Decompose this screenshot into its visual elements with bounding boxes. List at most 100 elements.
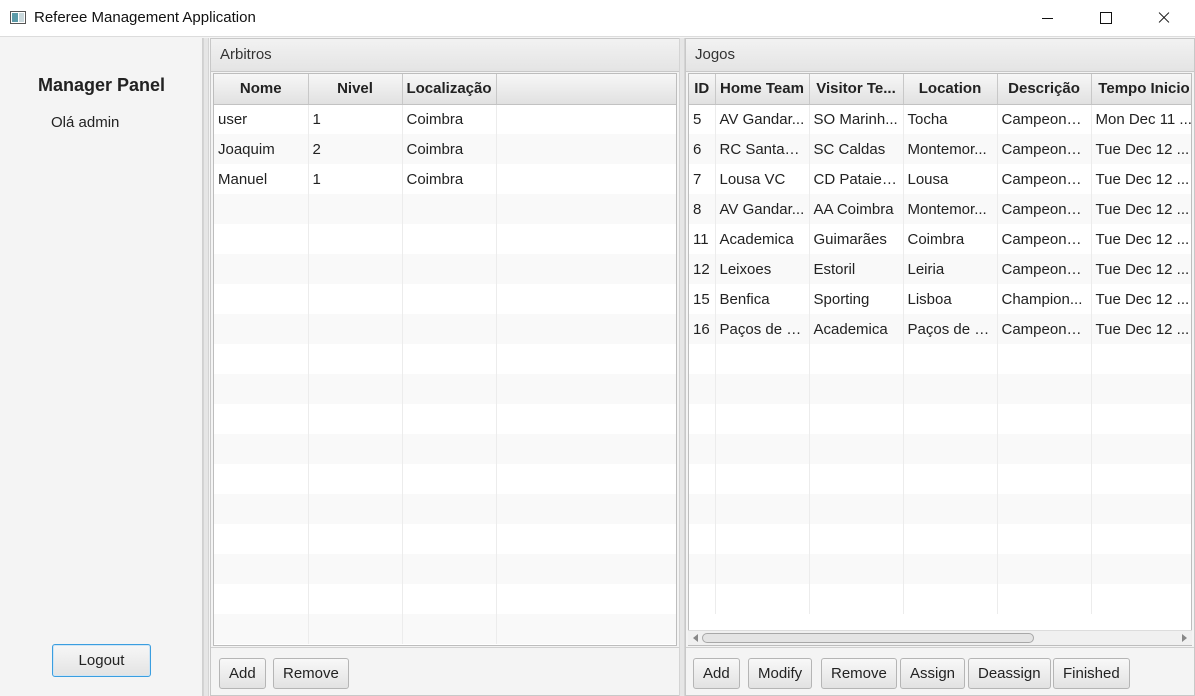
table-cell [308, 554, 403, 584]
table-cell [689, 374, 716, 404]
table-cell [1091, 344, 1191, 374]
empty-table-row [689, 494, 1191, 524]
table-cell [496, 584, 676, 614]
table-row[interactable]: 5 AV Gandar... SO Marinh... Tocha Campeona..… [689, 104, 1191, 134]
table-cell [308, 494, 403, 524]
table-cell: Campeona... [997, 134, 1092, 164]
jogos-modify-button[interactable]: Modify [748, 658, 813, 689]
table-cell: 6 [689, 134, 716, 164]
table-cell: CD Pataien... [809, 164, 904, 194]
table-cell [402, 494, 497, 524]
table-cell [903, 464, 998, 494]
empty-table-row [214, 434, 676, 464]
table-cell [809, 524, 904, 554]
empty-table-row [214, 464, 676, 494]
table-cell: 12 [689, 254, 716, 284]
close-icon[interactable] [1134, 0, 1192, 37]
table-cell [308, 434, 403, 464]
scrollbar-thumb[interactable] [702, 633, 1034, 643]
table-row[interactable]: 12 Leixoes Estoril Leiria Campeona... Tue Dec… [689, 254, 1191, 284]
table-cell [809, 404, 904, 434]
table-cell [496, 134, 676, 164]
jogos-finished-button[interactable]: Finished [1053, 658, 1130, 689]
arbitros-table[interactable]: Nome Nivel Localização user 1 Coimbra Joaquim… [213, 73, 677, 646]
table-cell [402, 254, 497, 284]
arbitros-button-bar: Add Remove [211, 647, 679, 695]
table-cell: Campeona... [997, 194, 1092, 224]
table-cell [308, 614, 403, 644]
column-header[interactable]: ID [689, 74, 716, 105]
table-cell [214, 584, 309, 614]
table-cell [214, 194, 309, 224]
jogos-panel: Jogos ID Home Team Visitor Te... Location De… [685, 38, 1195, 696]
split-divider-left[interactable] [203, 38, 209, 696]
table-cell: Coimbra [402, 164, 497, 194]
table-cell: 16 [689, 314, 716, 344]
table-row[interactable]: 11 Academica Guimarães Coimbra Campeona... Tu… [689, 224, 1191, 254]
table-cell: Academica [809, 314, 904, 344]
scroll-right-icon[interactable] [1182, 634, 1187, 642]
column-header[interactable]: Nome [214, 74, 309, 105]
table-cell [402, 584, 497, 614]
table-cell: Tue Dec 12 ... [1091, 254, 1191, 284]
table-row[interactable]: user 1 Coimbra [214, 104, 676, 134]
jogos-table[interactable]: ID Home Team Visitor Te... Location Descriçã… [688, 73, 1192, 646]
arbitros-add-button[interactable]: Add [219, 658, 266, 689]
table-cell [496, 314, 676, 344]
table-cell [214, 434, 309, 464]
table-cell [214, 344, 309, 374]
column-header[interactable]: Descrição [997, 74, 1092, 105]
column-header-filler [496, 74, 676, 105]
table-cell: SC Caldas [809, 134, 904, 164]
table-cell [496, 554, 676, 584]
table-cell [402, 374, 497, 404]
table-cell [402, 194, 497, 224]
table-cell [1091, 434, 1191, 464]
table-cell: Manuel [214, 164, 309, 194]
table-cell: Benfica [715, 284, 810, 314]
jogos-add-button[interactable]: Add [693, 658, 740, 689]
empty-table-row [214, 374, 676, 404]
table-cell [809, 344, 904, 374]
table-cell [402, 314, 497, 344]
table-row[interactable]: 7 Lousa VC CD Pataien... Lousa Campeona... Tu… [689, 164, 1191, 194]
table-cell [689, 434, 716, 464]
column-header[interactable]: Tempo Inicio [1091, 74, 1191, 105]
table-row[interactable]: 8 AV Gandar... AA Coimbra Montemor... Campeo… [689, 194, 1191, 224]
column-header[interactable]: Visitor Te... [809, 74, 904, 105]
logout-button[interactable]: Logout [52, 644, 151, 677]
jogos-horizontal-scrollbar[interactable] [688, 630, 1192, 645]
column-header[interactable]: Home Team [715, 74, 810, 105]
column-header[interactable]: Nivel [308, 74, 403, 105]
table-row[interactable]: 16 Paços de F... Academica Paços de F... Cam… [689, 314, 1191, 344]
empty-table-row [214, 314, 676, 344]
table-cell [214, 524, 309, 554]
table-cell: 8 [689, 194, 716, 224]
table-cell [809, 584, 904, 614]
scroll-left-icon[interactable] [693, 634, 698, 642]
table-row[interactable]: Manuel 1 Coimbra [214, 164, 676, 194]
table-cell [496, 374, 676, 404]
table-cell [214, 554, 309, 584]
table-cell [496, 404, 676, 434]
table-cell [715, 464, 810, 494]
jogos-remove-button[interactable]: Remove [821, 658, 897, 689]
table-cell: Montemor... [903, 194, 998, 224]
table-row[interactable]: 15 Benfica Sporting Lisboa Champion... Tue De… [689, 284, 1191, 314]
arbitros-remove-button[interactable]: Remove [273, 658, 349, 689]
table-row[interactable]: 6 RC Santarem SC Caldas Montemor... Campeona… [689, 134, 1191, 164]
maximize-icon[interactable] [1076, 0, 1134, 37]
column-header[interactable]: Location [903, 74, 998, 105]
jogos-deassign-button[interactable]: Deassign [968, 658, 1051, 689]
table-cell [402, 464, 497, 494]
table-cell [308, 524, 403, 554]
table-cell [214, 224, 309, 254]
table-cell [715, 344, 810, 374]
column-header[interactable]: Localização [402, 74, 497, 105]
jogos-assign-button[interactable]: Assign [900, 658, 966, 689]
table-cell: Tue Dec 12 ... [1091, 194, 1191, 224]
empty-table-row [214, 344, 676, 374]
minimize-icon[interactable] [1018, 0, 1076, 37]
table-cell: user [214, 104, 309, 134]
table-row[interactable]: Joaquim 2 Coimbra [214, 134, 676, 164]
